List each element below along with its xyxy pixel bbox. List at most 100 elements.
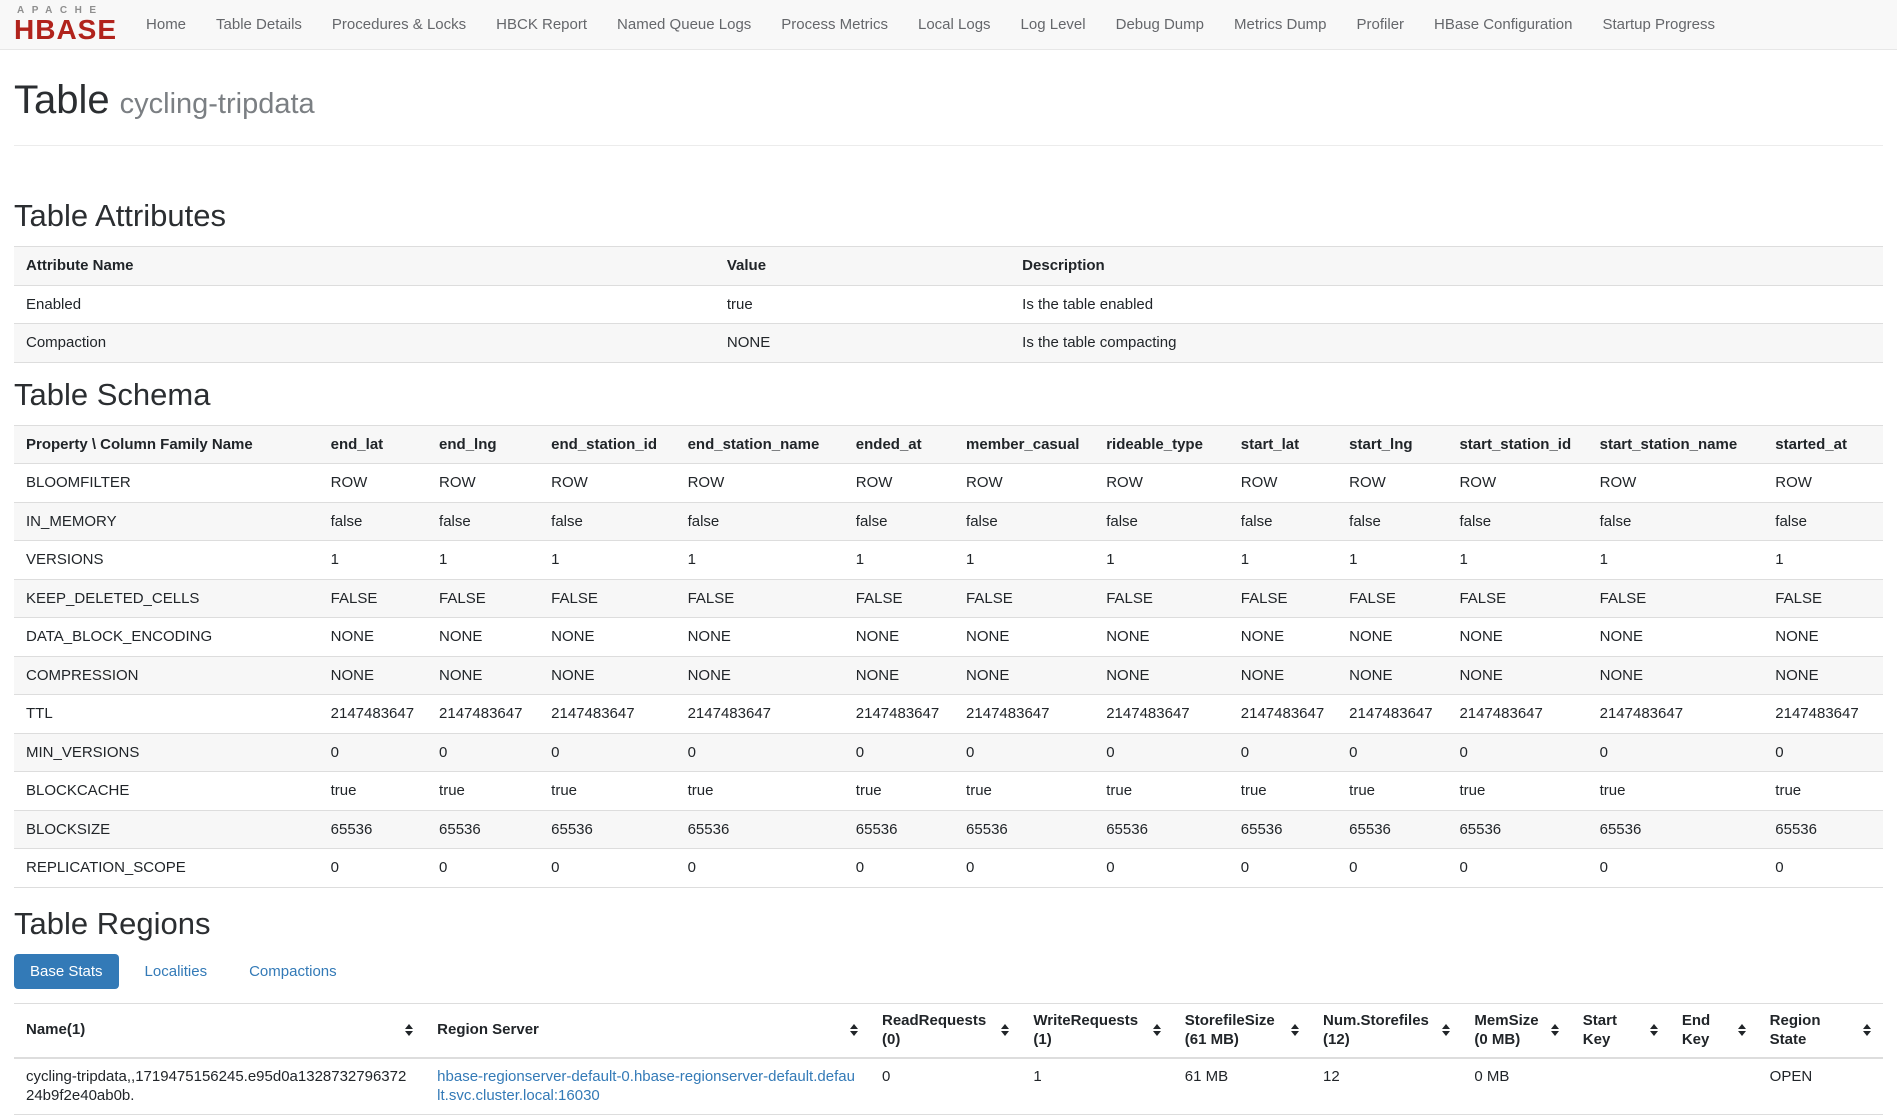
schema-cell: false [1229,502,1337,541]
schema-cell: true [427,772,539,811]
schema-cell: NONE [844,618,954,657]
nav-item-table-details[interactable]: Table Details [201,16,317,33]
regions-header-row: Name(1)Region ServerReadRequests (0)Writ… [14,1003,1883,1058]
schema-cell: FALSE [676,579,844,618]
attributes-cell: NONE [715,324,1010,363]
schema-cell: 0 [1094,849,1229,888]
sort-arrows-icon [1650,1024,1658,1036]
schema-cell: ROW [1588,464,1764,503]
schema-cell: 0 [1763,849,1883,888]
schema-cell: 2147483647 [1337,695,1447,734]
schema-col-start-station-name: start_station_name [1588,425,1764,464]
attributes-heading: Table Attributes [14,198,1883,234]
schema-cell: ROW [319,464,427,503]
nav-item-startup-progress[interactable]: Startup Progress [1587,16,1730,33]
schema-col-property-column-family-name: Property \ Column Family Name [14,425,319,464]
regions-col-name-1[interactable]: Name(1) [14,1003,425,1058]
schema-cell: false [1447,502,1587,541]
schema-cell: 0 [539,849,675,888]
schema-row-min-versions: MIN_VERSIONS000000000000 [14,733,1883,772]
schema-cell: ROW [539,464,675,503]
regions-col-end-key[interactable]: End Key [1670,1003,1758,1058]
schema-cell: false [954,502,1094,541]
schema-cell: 0 [844,733,954,772]
schema-cell: 0 [427,733,539,772]
nav-item-profiler[interactable]: Profiler [1342,16,1420,33]
schema-cell: 0 [1588,733,1764,772]
schema-col-start-lng: start_lng [1337,425,1447,464]
schema-cell: 65536 [1094,810,1229,849]
regions-col-label: Region State [1770,1011,1859,1050]
regions-table: Name(1)Region ServerReadRequests (0)Writ… [14,1003,1883,1115]
hbase-logo[interactable]: APACHE HBASE [14,6,117,44]
schema-cell: NONE [954,618,1094,657]
schema-cell: NONE [539,618,675,657]
nav-item-hbase-configuration[interactable]: HBase Configuration [1419,16,1587,33]
schema-cell: ROW [676,464,844,503]
regions-col-region-server[interactable]: Region Server [425,1003,870,1058]
schema-cell: FALSE [1229,579,1337,618]
sort-arrows-icon [1153,1024,1161,1036]
schema-cell: ROW [1447,464,1587,503]
schema-property-name: TTL [14,695,319,734]
nav-item-home[interactable]: Home [131,16,201,33]
schema-cell: 1 [1337,541,1447,580]
schema-cell: NONE [427,656,539,695]
schema-cell: true [676,772,844,811]
nav-item-log-level[interactable]: Log Level [1006,16,1101,33]
tab-base-stats[interactable]: Base Stats [14,954,119,989]
nav-item-local-logs[interactable]: Local Logs [903,16,1006,33]
sort-arrows-icon [405,1024,413,1036]
schema-cell: 2147483647 [539,695,675,734]
nav-item-named-queue-logs[interactable]: Named Queue Logs [602,16,766,33]
schema-cell: NONE [1094,618,1229,657]
tab-localities[interactable]: Localities [129,954,224,989]
region-cell: 12 [1311,1058,1462,1115]
title-divider [14,145,1883,146]
tab-compactions[interactable]: Compactions [233,954,353,989]
schema-col-ended-at: ended_at [844,425,954,464]
nav-item-metrics-dump[interactable]: Metrics Dump [1219,16,1342,33]
regions-col-memsize-0-mb[interactable]: MemSize (0 MB) [1462,1003,1570,1058]
schema-cell: NONE [1763,656,1883,695]
schema-cell: false [844,502,954,541]
region-name-cell: cycling-tripdata,,1719475156245.e95d0a13… [14,1058,425,1115]
schema-cell: NONE [1229,656,1337,695]
schema-cell: false [1763,502,1883,541]
schema-cell: 65536 [1447,810,1587,849]
nav-item-debug-dump[interactable]: Debug Dump [1101,16,1219,33]
regions-col-start-key[interactable]: Start Key [1571,1003,1670,1058]
schema-table: Property \ Column Family Nameend_latend_… [14,425,1883,888]
schema-cell: 2147483647 [676,695,844,734]
regions-col-num-storefiles-12[interactable]: Num.Storefiles (12) [1311,1003,1462,1058]
nav-item-hbck-report[interactable]: HBCK Report [481,16,602,33]
schema-cell: 0 [844,849,954,888]
schema-cell: 1 [1447,541,1587,580]
region-server-link[interactable]: hbase-regionserver-default-0.hbase-regio… [437,1068,855,1105]
schema-cell: NONE [1447,618,1587,657]
schema-cell: true [1763,772,1883,811]
schema-cell: 65536 [954,810,1094,849]
regions-col-writerequests-1[interactable]: WriteRequests (1) [1021,1003,1172,1058]
nav-menu: HomeTable DetailsProcedures & LocksHBCK … [131,16,1730,33]
attributes-row-compaction: CompactionNONEIs the table compacting [14,324,1883,363]
regions-col-readrequests-0[interactable]: ReadRequests (0) [870,1003,1021,1058]
schema-cell: 1 [1094,541,1229,580]
regions-col-storefilesize-61-mb[interactable]: StorefileSize (61 MB) [1173,1003,1311,1058]
nav-item-process-metrics[interactable]: Process Metrics [766,16,903,33]
sort-arrows-icon [1291,1024,1299,1036]
schema-cell: NONE [1337,618,1447,657]
region-cell: 0 MB [1462,1058,1570,1115]
schema-cell: false [676,502,844,541]
schema-cell: 0 [1447,733,1587,772]
schema-cell: 1 [1588,541,1764,580]
attributes-col-value: Value [715,247,1010,286]
schema-col-member-casual: member_casual [954,425,1094,464]
attributes-cell: true [715,285,1010,324]
nav-item-procedures-locks[interactable]: Procedures & Locks [317,16,481,33]
schema-row-keep-deleted-cells: KEEP_DELETED_CELLSFALSEFALSEFALSEFALSEFA… [14,579,1883,618]
schema-cell: true [1229,772,1337,811]
regions-col-region-state[interactable]: Region State [1758,1003,1883,1058]
schema-cell: false [427,502,539,541]
schema-cell: true [319,772,427,811]
